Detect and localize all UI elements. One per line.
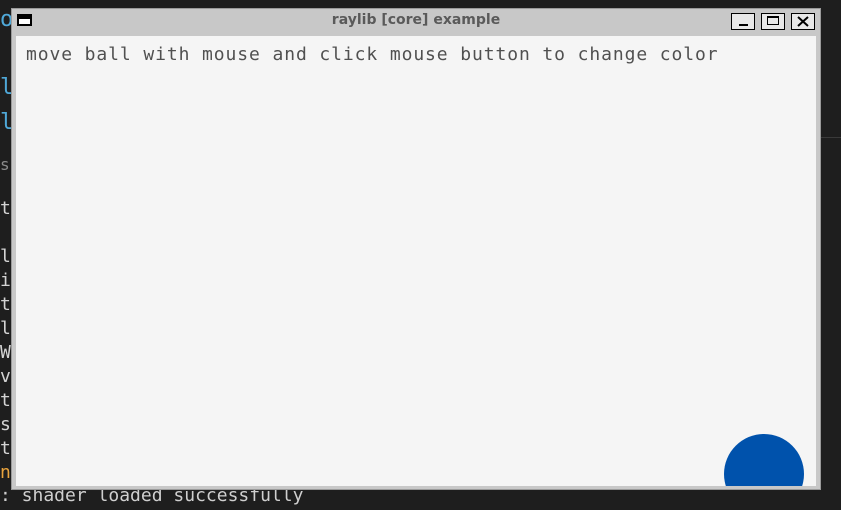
close-button[interactable] [791,13,815,30]
app-window: raylib [core] example move ball with mou… [11,8,821,490]
instruction-text: move ball with mouse and click mouse but… [26,44,719,65]
ball[interactable] [724,434,804,486]
terminal-line: n [0,462,11,483]
divider [820,137,841,138]
minimize-button[interactable] [731,13,755,30]
close-icon [797,16,809,27]
maximize-button[interactable] [761,13,785,30]
canvas-area[interactable]: move ball with mouse and click mouse but… [16,36,816,486]
window-title: raylib [core] example [331,12,501,28]
title-bar[interactable]: raylib [core] example [12,9,820,33]
